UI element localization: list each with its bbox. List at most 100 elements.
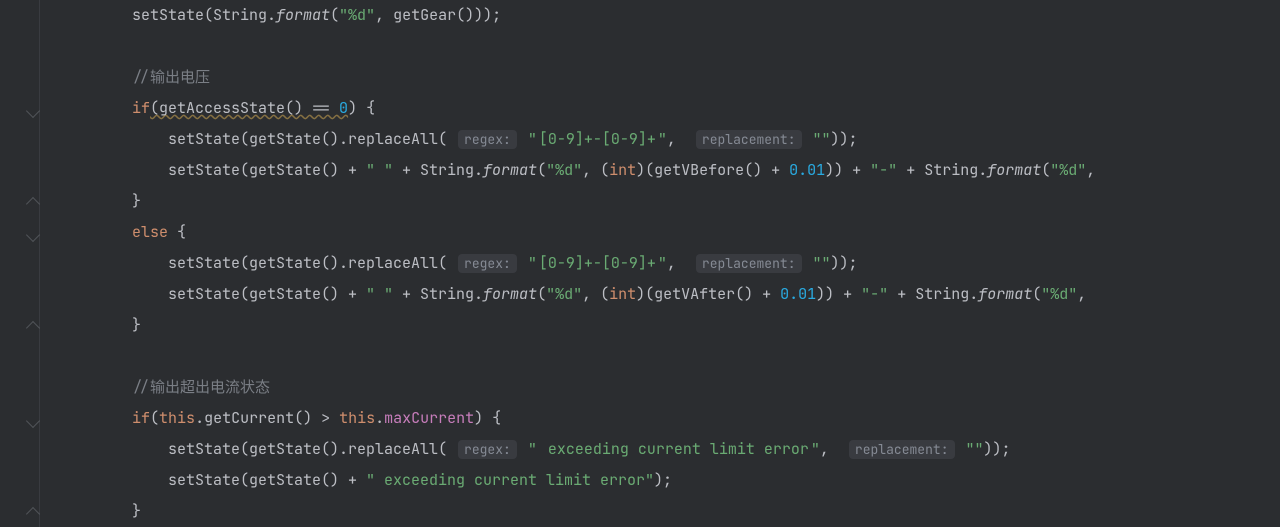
code-line[interactable]: setState(getState().replaceAll( regex: "… bbox=[40, 248, 1280, 279]
string-literal: "" bbox=[966, 439, 984, 459]
code-text: ( bbox=[1032, 284, 1041, 304]
code-editor[interactable]: setState(String.format("%d", getGear()))… bbox=[0, 0, 1280, 527]
code-text: setState(String. bbox=[60, 5, 276, 25]
code-text: )(getVBefore() + bbox=[636, 160, 789, 180]
string-literal: "%d" bbox=[339, 5, 375, 25]
comment: //输出电压 bbox=[132, 67, 210, 87]
code-text-warning: (getAccessState() == bbox=[150, 98, 339, 118]
fold-icon[interactable] bbox=[26, 228, 40, 242]
fold-icon[interactable] bbox=[26, 321, 40, 335]
code-text: ); bbox=[654, 470, 672, 490]
string-literal: "%d" bbox=[546, 160, 582, 180]
keyword: this bbox=[339, 408, 375, 428]
code-line[interactable]: setState(getState().replaceAll( regex: "… bbox=[40, 434, 1280, 465]
code-text: ( bbox=[1041, 160, 1050, 180]
string-literal: " bbox=[811, 439, 820, 459]
number-literal: 0.01 bbox=[789, 160, 825, 180]
keyword: if bbox=[132, 98, 150, 118]
code-text: , bbox=[820, 439, 847, 459]
code-text: setState(getState().replaceAll( bbox=[60, 129, 456, 149]
keyword: if bbox=[132, 408, 150, 428]
method-name-static: format bbox=[978, 284, 1032, 304]
code-line[interactable]: setState(getState() + " exceeding curren… bbox=[40, 465, 1280, 496]
code-line[interactable]: } bbox=[40, 310, 1280, 341]
code-line[interactable]: else { bbox=[40, 217, 1280, 248]
string-literal: "%d" bbox=[546, 284, 582, 304]
comment: //输出超出电流状态 bbox=[132, 377, 270, 397]
code-line[interactable]: setState(getState().replaceAll( regex: "… bbox=[40, 124, 1280, 155]
code-text: .getCurrent() > bbox=[195, 408, 339, 428]
keyword: int bbox=[609, 160, 636, 180]
string-literal: "-" bbox=[861, 284, 888, 304]
code-text: } bbox=[60, 501, 141, 521]
code-line[interactable]: } bbox=[40, 496, 1280, 527]
code-text: ) { bbox=[348, 98, 375, 118]
code-text: , bbox=[1086, 160, 1095, 180]
code-text: } bbox=[60, 191, 141, 211]
method-name-static: format bbox=[987, 160, 1041, 180]
keyword: this bbox=[159, 408, 195, 428]
code-text: )) + bbox=[825, 160, 870, 180]
code-text: + String. bbox=[888, 284, 978, 304]
string-literal: [0-9]+-[0-9]+ bbox=[537, 128, 658, 150]
fold-icon[interactable] bbox=[26, 197, 40, 211]
code-text: , getGear())); bbox=[375, 5, 501, 25]
keyword: else bbox=[132, 222, 168, 242]
param-hint: regex: bbox=[458, 254, 517, 273]
code-line-empty[interactable] bbox=[40, 341, 1280, 372]
fold-icon[interactable] bbox=[26, 414, 40, 428]
method-name-static: format bbox=[276, 5, 330, 25]
keyword: int bbox=[609, 284, 636, 304]
code-text: , bbox=[667, 253, 694, 273]
code-text: , bbox=[1077, 284, 1086, 304]
fold-icon[interactable] bbox=[26, 507, 40, 521]
code-line[interactable]: setState(getState() + " " + String.forma… bbox=[40, 279, 1280, 310]
code-line[interactable]: //输出超出电流状态 bbox=[40, 372, 1280, 403]
code-text: + String. bbox=[393, 160, 483, 180]
code-text: . bbox=[375, 408, 384, 428]
code-text: } bbox=[60, 315, 141, 335]
code-text: ( bbox=[537, 160, 546, 180]
code-text: )); bbox=[831, 129, 858, 149]
code-text: + String. bbox=[897, 160, 987, 180]
code-line-empty[interactable] bbox=[40, 31, 1280, 62]
field-name: maxCurrent bbox=[384, 408, 474, 428]
code-text: setState(getState().replaceAll( bbox=[60, 253, 456, 273]
code-line[interactable]: if(this.getCurrent() > this.maxCurrent) … bbox=[40, 403, 1280, 434]
code-text: ( bbox=[150, 408, 159, 428]
code-text: , ( bbox=[582, 284, 609, 304]
code-line[interactable]: setState(String.format("%d", getGear()))… bbox=[40, 0, 1280, 31]
code-text: setState(getState() + bbox=[60, 160, 366, 180]
code-text: setState(getState() + bbox=[60, 470, 366, 490]
string-literal: [0-9]+-[0-9]+ bbox=[537, 252, 658, 274]
number-literal: 0.01 bbox=[780, 284, 816, 304]
code-text: )); bbox=[984, 439, 1011, 459]
fold-icon[interactable] bbox=[26, 104, 40, 118]
code-text: + String. bbox=[393, 284, 483, 304]
string-literal: " bbox=[528, 129, 537, 149]
code-text: )(getVAfter() + bbox=[636, 284, 780, 304]
code-line[interactable]: } bbox=[40, 186, 1280, 217]
param-hint: replacement: bbox=[696, 130, 802, 149]
code-text: , ( bbox=[582, 160, 609, 180]
string-literal: "" bbox=[813, 253, 831, 273]
param-hint: replacement: bbox=[696, 254, 802, 273]
code-text: )) + bbox=[816, 284, 861, 304]
string-literal: " bbox=[658, 253, 667, 273]
code-area[interactable]: setState(String.format("%d", getGear()))… bbox=[40, 0, 1280, 527]
param-hint: regex: bbox=[458, 130, 517, 149]
code-text: setState(getState() + bbox=[60, 284, 366, 304]
code-text: { bbox=[168, 222, 186, 242]
string-literal: " " bbox=[366, 284, 393, 304]
code-line[interactable]: setState(getState() + " " + String.forma… bbox=[40, 155, 1280, 186]
method-name-static: format bbox=[483, 160, 537, 180]
method-name-static: format bbox=[483, 284, 537, 304]
code-line[interactable]: if(getAccessState() == 0) { bbox=[40, 93, 1280, 124]
code-text: setState(getState().replaceAll( bbox=[60, 439, 456, 459]
string-literal: exceeding current limit error bbox=[537, 438, 811, 460]
code-line[interactable]: //输出电压 bbox=[40, 62, 1280, 93]
string-literal: "-" bbox=[870, 160, 897, 180]
string-literal: " " bbox=[366, 160, 393, 180]
code-text: ) { bbox=[474, 408, 501, 428]
code-text: , bbox=[667, 129, 694, 149]
